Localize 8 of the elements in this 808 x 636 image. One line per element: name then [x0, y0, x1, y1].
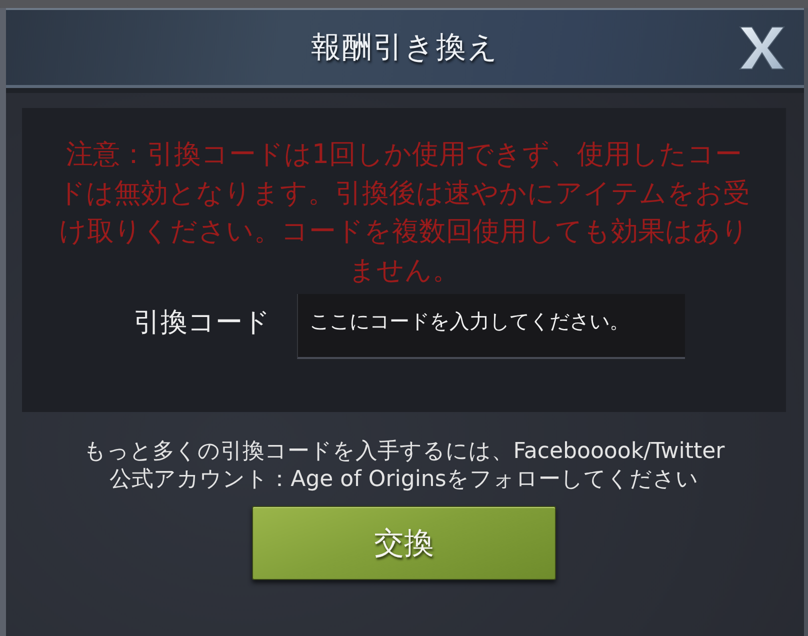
notice-text: 注意：引換コードは1回しか使用できず、使用したコー ドは無効となります。引換後は速やかにアイテムをお受 け取りください。コードを複数回使用しても効果はあり ません。: [57, 138, 751, 288]
dialog-title: 報酬引き換え: [311, 29, 499, 67]
close-button[interactable]: [736, 24, 788, 72]
code-input-field[interactable]: ここにコードを入力してください。: [296, 294, 684, 359]
exchange-button[interactable]: 交換: [252, 506, 556, 580]
info-text: もっと多くの引換コードを入手するには、Facebooook/Twitter 公式アカウント：Age of Originsをフォローしてください: [83, 438, 725, 494]
code-label: 引換コード: [134, 306, 270, 340]
close-icon: [739, 26, 785, 70]
